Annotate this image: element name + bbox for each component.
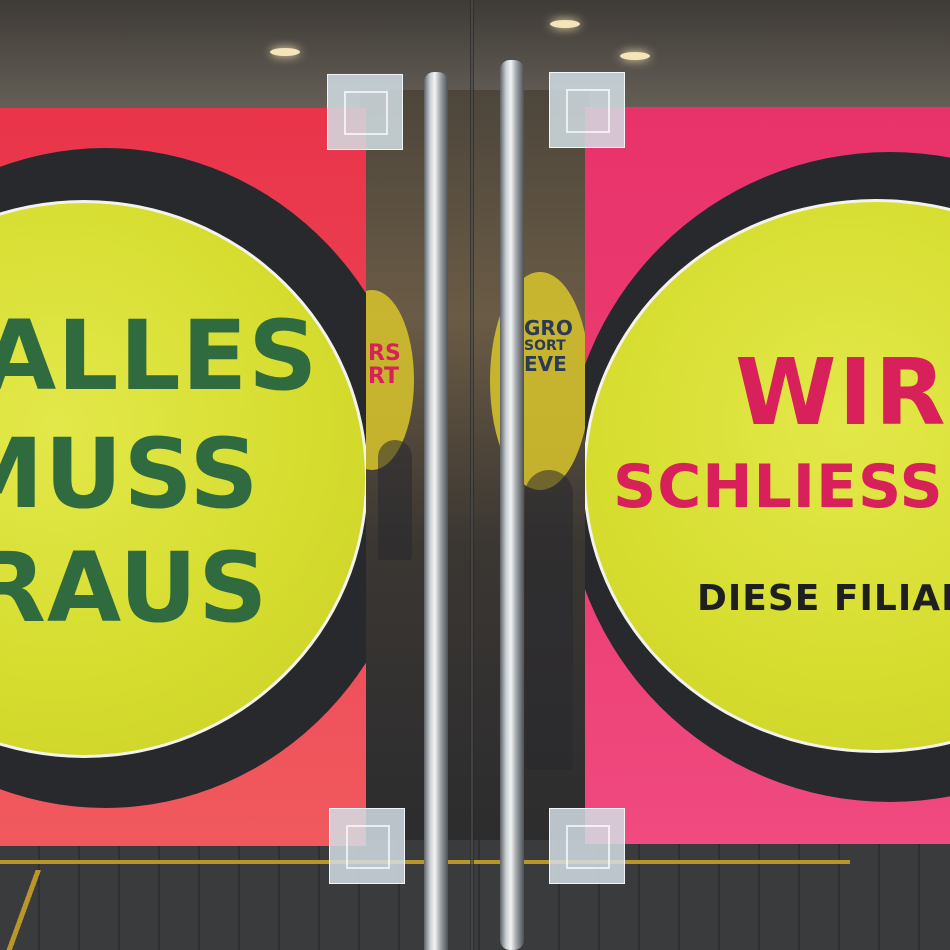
closing-poster-right: WIR SCHLIESS DIESE FILIAL [585, 107, 950, 844]
poster-subline: DIESE FILIAL [697, 578, 950, 619]
door-handle-right[interactable] [500, 60, 524, 950]
poster-headline-line2: SCHLIESS [613, 452, 944, 522]
poster-headline-line1: WIR [735, 339, 948, 446]
background-poster-line: EVE [524, 351, 567, 376]
poster-headline-line2: MUSS [0, 418, 260, 530]
ceiling-light [550, 20, 580, 28]
background-poster-line: RT [368, 364, 399, 390]
ceiling-light [270, 48, 300, 56]
background-poster-text: RS RT [368, 342, 401, 388]
background-poster-line: GRO [524, 316, 573, 340]
poster-headline-line1: ALLES [0, 300, 319, 412]
ceiling-light [620, 52, 650, 60]
floor-stripe [0, 870, 60, 950]
background-poster-text: GRO SORT EVE [524, 318, 573, 375]
sidewalk-floor [0, 840, 950, 950]
glass-clip [549, 72, 625, 148]
door-gap [470, 0, 474, 950]
reflection-figure [525, 470, 573, 770]
glass-clip [329, 808, 405, 884]
reflection-figure [378, 440, 412, 560]
glass-clip [549, 808, 625, 884]
door-handle-left[interactable] [424, 72, 448, 950]
background-poster-line: RS [368, 341, 401, 366]
glass-clip [327, 74, 403, 150]
sale-poster-left: ALLES MUSS RAUS [0, 108, 366, 846]
storefront-scene: RS RT GRO SORT EVE ALLES MUSS RAUS WIR S… [0, 0, 950, 950]
poster-headline-line3: RAUS [0, 532, 269, 644]
